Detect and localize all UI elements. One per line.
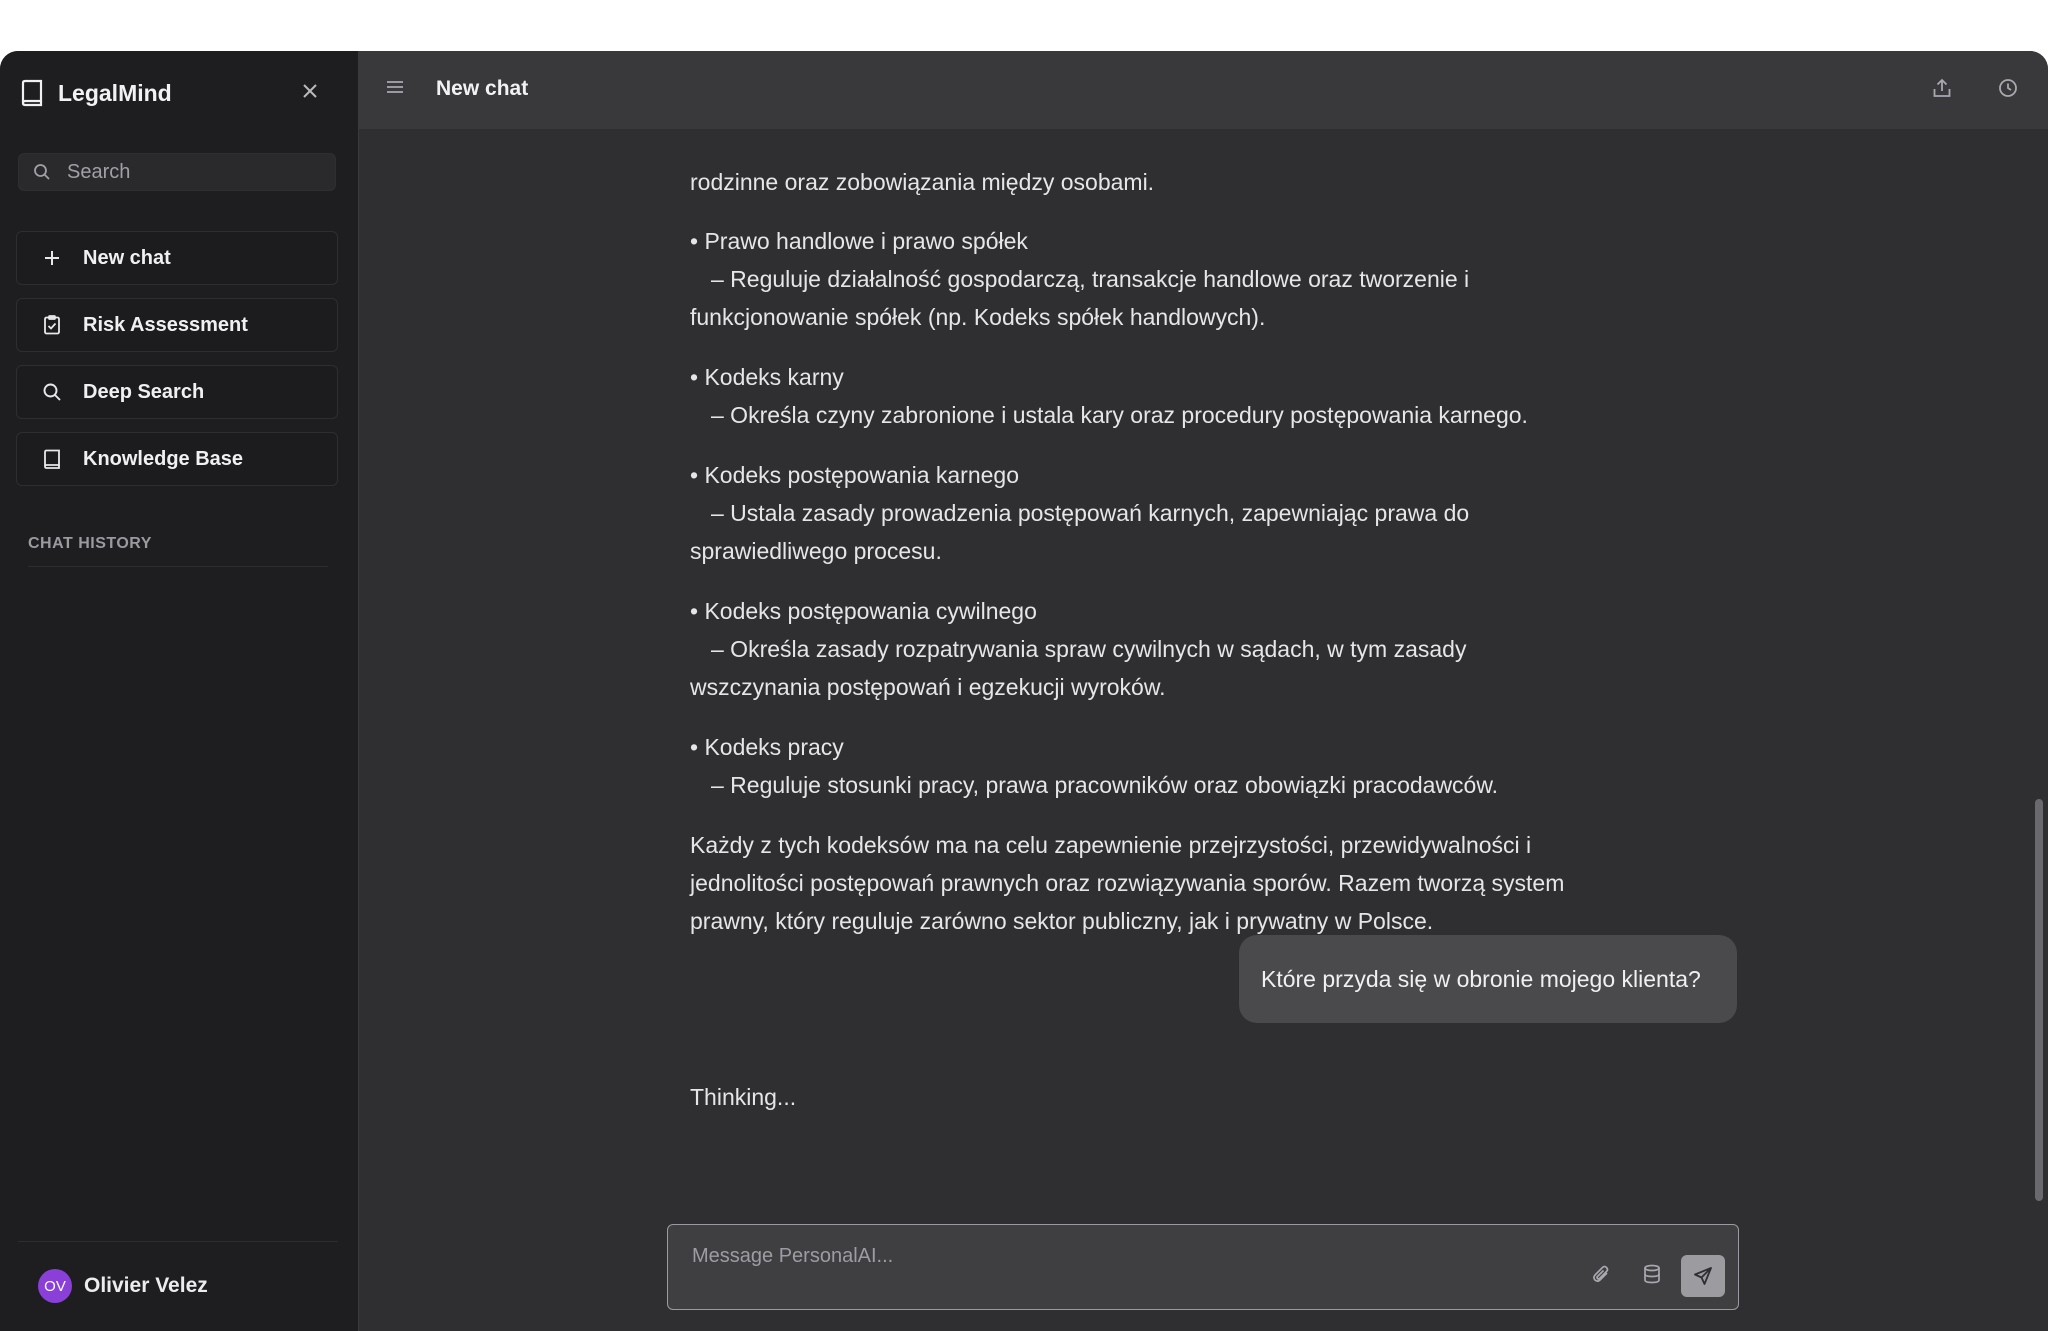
list-item-desc: – Określa zasady rozpatrywania spraw cyw… (711, 636, 1467, 662)
sidebar-item-new-chat[interactable]: New chat (16, 231, 338, 285)
page-title: New chat (436, 77, 529, 100)
list-item: • Kodeks pracy – Reguluje stosunki pracy… (690, 728, 1650, 804)
app-window: LegalMind New chat Risk Asses (0, 51, 2048, 1331)
clock-icon (1999, 79, 2017, 97)
list-item-cont: sprawiedliwego procesu. (690, 538, 942, 564)
divider (28, 566, 328, 567)
database-button[interactable] (1641, 1263, 1663, 1290)
sidebar-item-label: New chat (83, 246, 171, 269)
send-button[interactable] (1681, 1255, 1725, 1297)
avatar: OV (38, 1269, 72, 1303)
clipboard-check-icon (44, 315, 60, 335)
sidebar: LegalMind New chat Risk Asses (0, 51, 359, 1331)
brand-name: LegalMind (58, 79, 172, 106)
thinking-indicator: Thinking... (690, 1084, 797, 1110)
list-item: • Kodeks karny – Określa czyny zabronion… (690, 358, 1650, 434)
sidebar-item-label: Knowledge Base (83, 447, 244, 470)
list-item-title: • Kodeks postępowania cywilnego (690, 598, 1037, 624)
book-icon (21, 79, 43, 107)
database-icon (1644, 1264, 1660, 1284)
list-item-title: • Kodeks pracy (690, 734, 844, 760)
summary-line: Każdy z tych kodeksów ma na celu zapewni… (690, 832, 1532, 858)
list-item: • Prawo handlowe i prawo spółek – Regulu… (690, 222, 1650, 336)
search-icon (43, 383, 61, 401)
list-item-title: • Prawo handlowe i prawo spółek (690, 228, 1028, 254)
chat-content: rodzinne oraz zobowiązania między osobam… (359, 129, 2029, 1251)
user-name: Olivier Velez (84, 1274, 208, 1297)
user-message-bubble: Które przyda się w obronie mojego klient… (1239, 935, 1737, 1023)
attach-button[interactable] (1590, 1263, 1612, 1290)
close-sidebar-button[interactable] (296, 77, 324, 105)
sidebar-item-label: Risk Assessment (83, 313, 248, 336)
list-item-title: • Kodeks karny (690, 364, 844, 390)
user-profile[interactable]: OV Olivier Velez (38, 1269, 208, 1303)
history-button[interactable] (1997, 77, 2019, 104)
send-icon (1694, 1267, 1712, 1285)
sidebar-search[interactable] (18, 153, 336, 191)
sidebar-item-deep-search[interactable]: Deep Search (16, 365, 338, 419)
message-text: rodzinne oraz zobowiązania między osobam… (690, 169, 1155, 195)
menu-icon (387, 81, 403, 93)
search-icon (34, 164, 50, 180)
assistant-message: rodzinne oraz zobowiązania między osobam… (690, 163, 1650, 201)
share-button[interactable] (1931, 77, 1953, 104)
scrollbar-thumb[interactable] (2035, 799, 2043, 1201)
list-item-title: • Kodeks postępowania karnego (690, 462, 1019, 488)
menu-button[interactable] (385, 78, 405, 101)
share-icon (1933, 78, 1951, 97)
book-icon (44, 449, 60, 469)
summary-line: jednolitości postępowań prawnych oraz ro… (690, 870, 1565, 896)
paperclip-icon (1593, 1265, 1609, 1282)
list-item-desc: – Reguluje stosunki pracy, prawa pracown… (711, 772, 1499, 798)
list-item-cont: funkcjonowanie spółek (np. Kodeks spółek… (690, 304, 1266, 330)
close-icon (303, 84, 317, 98)
user-message-text: Które przyda się w obronie mojego klient… (1261, 965, 1701, 992)
plus-icon (45, 251, 59, 265)
chat-history-label: CHAT HISTORY (28, 535, 152, 552)
summary-paragraph: Każdy z tych kodeksów ma na celu zapewni… (690, 826, 1650, 940)
sidebar-item-risk-assessment[interactable]: Risk Assessment (16, 298, 338, 352)
top-bar: New chat (359, 51, 2048, 129)
message-input[interactable] (690, 1243, 1544, 1277)
divider (18, 1241, 338, 1242)
list-item-desc: – Ustala zasady prowadzenia postępowań k… (711, 500, 1470, 526)
sidebar-item-knowledge-base[interactable]: Knowledge Base (16, 432, 338, 486)
search-input[interactable] (65, 159, 309, 185)
message-composer (667, 1224, 1739, 1310)
list-item: • Kodeks postępowania cywilnego – Określ… (690, 592, 1650, 706)
list-item: • Kodeks postępowania karnego – Ustala z… (690, 456, 1650, 570)
list-item-desc: – Określa czyny zabronione i ustala kary… (711, 402, 1528, 428)
list-item-cont: wszczynania postępowań i egzekucji wyrok… (690, 674, 1166, 700)
sidebar-item-label: Deep Search (83, 380, 205, 403)
brand: LegalMind (20, 75, 172, 111)
list-item-desc: – Reguluje działalność gospodarczą, tran… (711, 266, 1470, 292)
